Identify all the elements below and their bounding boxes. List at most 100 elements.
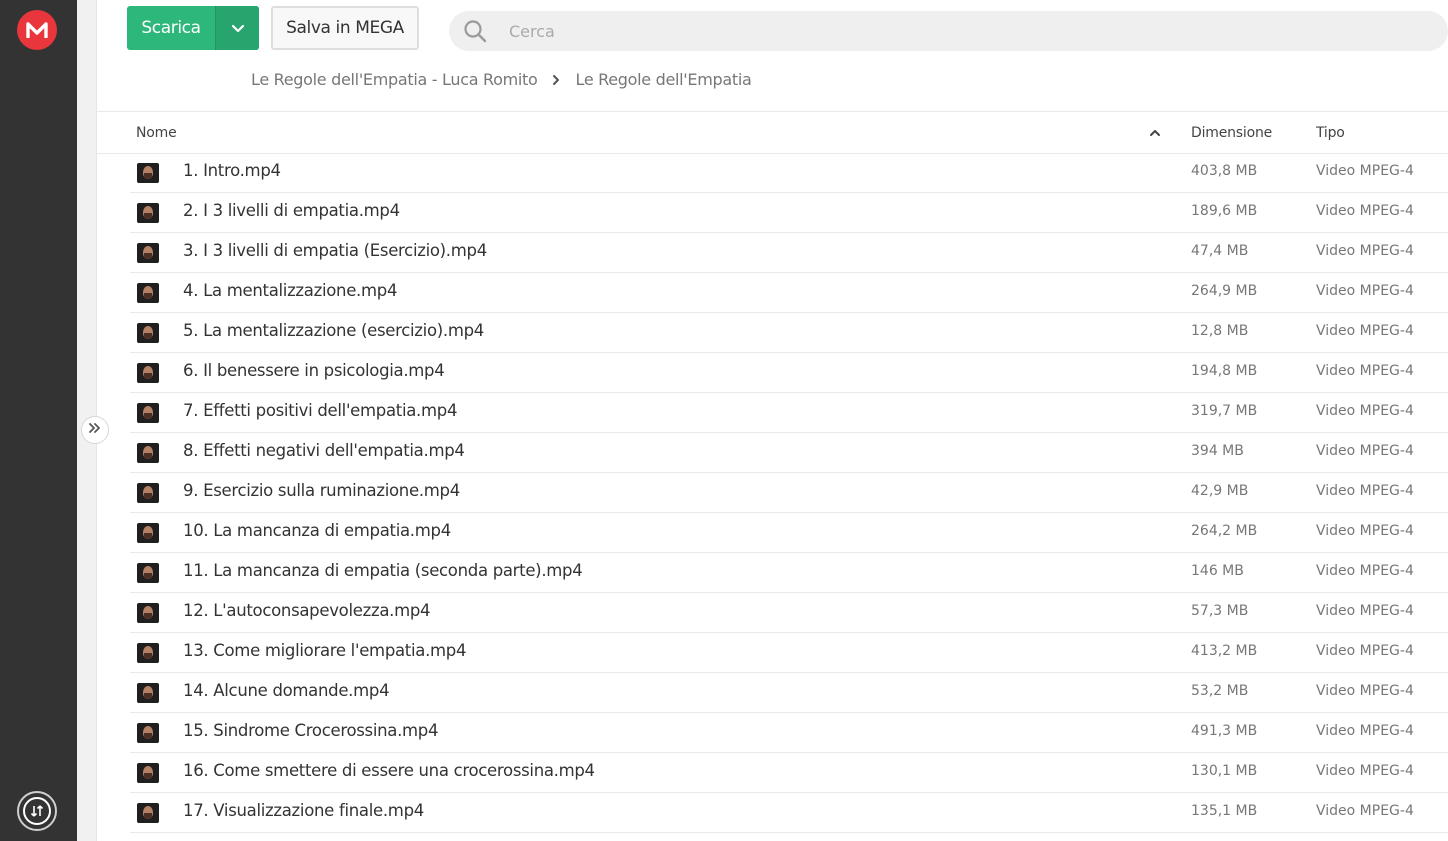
video-thumbnail-icon [137, 603, 159, 623]
file-type: Video MPEG-4 [1316, 563, 1414, 579]
file-type: Video MPEG-4 [1316, 363, 1414, 379]
file-type: Video MPEG-4 [1316, 523, 1414, 539]
table-row[interactable]: 4. La mentalizzazione.mp4 264,9 MB Video… [130, 273, 1448, 313]
table-row[interactable]: 5. La mentalizzazione (esercizio).mp4 12… [130, 313, 1448, 353]
transfers-button[interactable] [17, 791, 57, 831]
table-row[interactable]: 2. I 3 livelli di empatia.mp4 189,6 MB V… [130, 193, 1448, 233]
file-type: Video MPEG-4 [1316, 643, 1414, 659]
file-size: 42,9 MB [1191, 483, 1249, 499]
download-dropdown-button[interactable] [215, 6, 259, 50]
mega-logo-icon[interactable] [17, 10, 57, 50]
video-thumbnail-icon [137, 523, 159, 543]
video-thumbnail-icon [137, 643, 159, 663]
table-row[interactable]: 8. Effetti negativi dell'empatia.mp4 394… [130, 433, 1448, 473]
column-header-name[interactable]: Nome [136, 125, 177, 141]
file-list: 1. Intro.mp4 403,8 MB Video MPEG-4 2. I … [130, 153, 1448, 833]
file-name[interactable]: 2. I 3 livelli di empatia.mp4 [183, 201, 400, 220]
video-thumbnail-icon [137, 803, 159, 823]
file-name[interactable]: 4. La mentalizzazione.mp4 [183, 281, 397, 300]
file-type: Video MPEG-4 [1316, 163, 1414, 179]
file-size: 12,8 MB [1191, 323, 1249, 339]
video-thumbnail-icon [137, 243, 159, 263]
download-button-label[interactable]: Scarica [127, 6, 215, 50]
table-row[interactable]: 9. Esercizio sulla ruminazione.mp4 42,9 … [130, 473, 1448, 513]
file-name[interactable]: 6. Il benessere in psicologia.mp4 [183, 361, 445, 380]
file-name[interactable]: 5. La mentalizzazione (esercizio).mp4 [183, 321, 484, 340]
left-sidebar [0, 0, 77, 841]
video-thumbnail-icon [137, 203, 159, 223]
file-size: 189,6 MB [1191, 203, 1258, 219]
file-name[interactable]: 8. Effetti negativi dell'empatia.mp4 [183, 441, 465, 460]
video-thumbnail-icon [137, 763, 159, 783]
file-table-header: Nome Dimensione Tipo [97, 113, 1448, 154]
breadcrumb-item-parent[interactable]: Le Regole dell'Empatia - Luca Romito [251, 70, 538, 89]
expand-panel-button[interactable] [81, 416, 109, 444]
search-input[interactable] [509, 21, 1409, 41]
top-bar: Scarica Salva in MEGA Le Regole dell'Emp… [97, 0, 1448, 112]
file-type: Video MPEG-4 [1316, 443, 1414, 459]
file-type: Video MPEG-4 [1316, 243, 1414, 259]
search-icon[interactable] [463, 19, 487, 43]
file-name[interactable]: 17. Visualizzazione finale.mp4 [183, 801, 424, 820]
file-size: 491,3 MB [1191, 723, 1258, 739]
file-size: 53,2 MB [1191, 683, 1249, 699]
table-row[interactable]: 7. Effetti positivi dell'empatia.mp4 319… [130, 393, 1448, 433]
video-thumbnail-icon [137, 563, 159, 583]
file-name[interactable]: 7. Effetti positivi dell'empatia.mp4 [183, 401, 457, 420]
file-name[interactable]: 9. Esercizio sulla ruminazione.mp4 [183, 481, 460, 500]
file-name[interactable]: 12. L'autoconsapevolezza.mp4 [183, 601, 431, 620]
chevron-right-icon [552, 74, 560, 86]
table-row[interactable]: 16. Come smettere di essere una croceros… [130, 753, 1448, 793]
column-header-size[interactable]: Dimensione [1191, 125, 1272, 141]
file-size: 319,7 MB [1191, 403, 1258, 419]
transfers-icon [23, 797, 51, 825]
file-type: Video MPEG-4 [1316, 283, 1414, 299]
save-to-mega-button[interactable]: Salva in MEGA [271, 6, 419, 50]
chevron-up-icon[interactable] [1149, 127, 1161, 139]
file-type: Video MPEG-4 [1316, 483, 1414, 499]
file-size: 403,8 MB [1191, 163, 1258, 179]
file-name[interactable]: 3. I 3 livelli di empatia (Esercizio).mp… [183, 241, 487, 260]
file-name[interactable]: 15. Sindrome Crocerossina.mp4 [183, 721, 438, 740]
file-name[interactable]: 16. Come smettere di essere una croceros… [183, 761, 595, 780]
video-thumbnail-icon [137, 323, 159, 343]
download-button[interactable]: Scarica [127, 6, 259, 50]
table-row[interactable]: 10. La mancanza di empatia.mp4 264,2 MB … [130, 513, 1448, 553]
table-row[interactable]: 12. L'autoconsapevolezza.mp4 57,3 MB Vid… [130, 593, 1448, 633]
file-name[interactable]: 10. La mancanza di empatia.mp4 [183, 521, 451, 540]
file-type: Video MPEG-4 [1316, 403, 1414, 419]
file-size: 264,2 MB [1191, 523, 1258, 539]
video-thumbnail-icon [137, 723, 159, 743]
table-row[interactable]: 11. La mancanza di empatia (seconda part… [130, 553, 1448, 593]
chevron-double-right-icon [88, 422, 102, 438]
table-row[interactable]: 15. Sindrome Crocerossina.mp4 491,3 MB V… [130, 713, 1448, 753]
table-row[interactable]: 13. Come migliorare l'empatia.mp4 413,2 … [130, 633, 1448, 673]
file-size: 130,1 MB [1191, 763, 1258, 779]
video-thumbnail-icon [137, 483, 159, 503]
file-size: 57,3 MB [1191, 603, 1249, 619]
file-name[interactable]: 14. Alcune domande.mp4 [183, 681, 390, 700]
file-size: 47,4 MB [1191, 243, 1249, 259]
video-thumbnail-icon [137, 363, 159, 383]
file-type: Video MPEG-4 [1316, 803, 1414, 819]
search-bar[interactable] [449, 11, 1448, 51]
file-size: 194,8 MB [1191, 363, 1258, 379]
file-size: 394 MB [1191, 443, 1244, 459]
column-header-type[interactable]: Tipo [1316, 125, 1345, 141]
table-row[interactable]: 1. Intro.mp4 403,8 MB Video MPEG-4 [130, 153, 1448, 193]
file-type: Video MPEG-4 [1316, 763, 1414, 779]
breadcrumb-item-current[interactable]: Le Regole dell'Empatia [575, 70, 751, 89]
file-size: 146 MB [1191, 563, 1244, 579]
file-size: 413,2 MB [1191, 643, 1258, 659]
file-name[interactable]: 11. La mancanza di empatia (seconda part… [183, 561, 583, 580]
file-name[interactable]: 1. Intro.mp4 [183, 161, 281, 180]
table-row[interactable]: 17. Visualizzazione finale.mp4 135,1 MB … [130, 793, 1448, 833]
video-thumbnail-icon [137, 163, 159, 183]
table-row[interactable]: 3. I 3 livelli di empatia (Esercizio).mp… [130, 233, 1448, 273]
breadcrumb: Le Regole dell'Empatia - Luca Romito Le … [251, 70, 752, 89]
chevron-down-icon [231, 19, 245, 38]
file-name[interactable]: 13. Come migliorare l'empatia.mp4 [183, 641, 466, 660]
table-row[interactable]: 14. Alcune domande.mp4 53,2 MB Video MPE… [130, 673, 1448, 713]
table-row[interactable]: 6. Il benessere in psicologia.mp4 194,8 … [130, 353, 1448, 393]
video-thumbnail-icon [137, 403, 159, 423]
